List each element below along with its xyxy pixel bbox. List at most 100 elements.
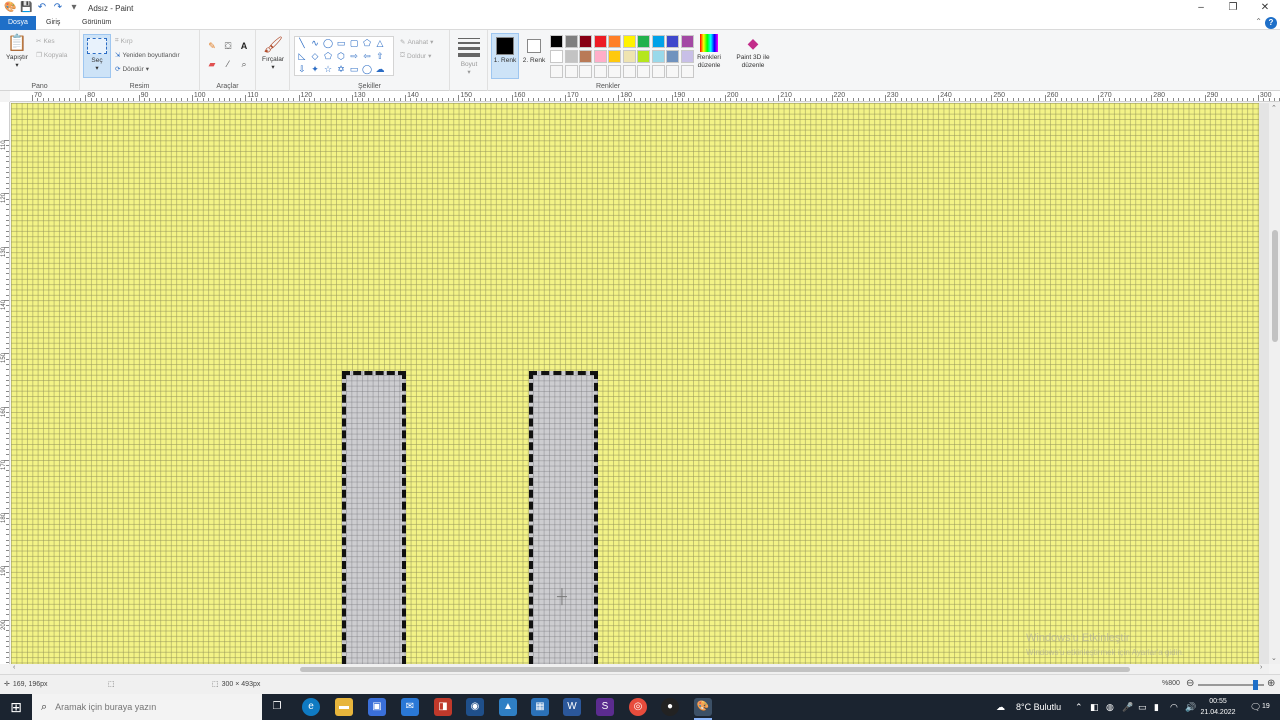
palette-swatch[interactable] bbox=[651, 50, 665, 63]
vertical-scroll-thumb[interactable] bbox=[1272, 230, 1278, 342]
steam-icon[interactable]: ◉ bbox=[466, 698, 484, 716]
crop-button[interactable]: ⌗ Kırp bbox=[115, 37, 133, 45]
palette-swatch[interactable] bbox=[550, 35, 563, 48]
palette-swatch[interactable] bbox=[651, 35, 665, 48]
up-arrow-shape-icon[interactable]: ⇧ bbox=[374, 50, 386, 62]
collapse-ribbon-icon[interactable]: ⌃ bbox=[1255, 17, 1262, 26]
task-view-icon[interactable]: ❐ bbox=[268, 698, 286, 716]
tab-home[interactable]: Giriş bbox=[38, 16, 68, 30]
palette-swatch[interactable] bbox=[622, 50, 636, 63]
custom-color-slot[interactable] bbox=[579, 65, 592, 78]
word-icon[interactable]: W bbox=[563, 698, 581, 716]
horizontal-scroll-thumb[interactable] bbox=[300, 667, 1130, 672]
horizontal-scrollbar[interactable]: ‹ › bbox=[10, 664, 1269, 674]
palette-swatch[interactable] bbox=[666, 35, 679, 48]
polygon-shape-icon[interactable]: ⬠ bbox=[361, 37, 373, 49]
custom-color-slot[interactable] bbox=[666, 65, 679, 78]
weather-cloud-icon[interactable]: ☁ bbox=[996, 694, 1005, 720]
left-arrow-shape-icon[interactable]: ⇦ bbox=[361, 50, 373, 62]
weather-text[interactable]: 8°C Bulutlu bbox=[1016, 694, 1061, 720]
fill-button[interactable]: ⛋ Doldur ▾ bbox=[400, 52, 431, 60]
file-explorer-icon[interactable]: ▬ bbox=[335, 698, 353, 716]
custom-color-slot[interactable] bbox=[680, 65, 694, 78]
minimize-button[interactable]: – bbox=[1186, 0, 1216, 16]
scroll-right-icon[interactable]: › bbox=[1260, 664, 1262, 671]
taskbar-search[interactable]: ⌕ bbox=[32, 694, 262, 720]
wifi-icon[interactable]: ◠ bbox=[1170, 694, 1178, 720]
palette-swatch[interactable] bbox=[579, 35, 592, 48]
store-icon[interactable]: ▣ bbox=[368, 698, 386, 716]
diamond-shape-icon[interactable]: ◇ bbox=[309, 50, 321, 62]
close-button[interactable]: ✕ bbox=[1250, 0, 1280, 16]
battery-icon[interactable]: ▮ bbox=[1154, 694, 1159, 720]
oval-callout-shape-icon[interactable]: ◯ bbox=[361, 63, 373, 75]
magnifier-icon[interactable]: ⌕ bbox=[238, 58, 250, 70]
fill-bucket-icon[interactable]: ⛋ bbox=[222, 40, 234, 52]
palette-swatch[interactable] bbox=[680, 35, 694, 48]
windows-start-icon[interactable]: ⊞ bbox=[0, 694, 32, 720]
triangle-shape-icon[interactable]: △ bbox=[374, 37, 386, 49]
paint-taskbar-icon[interactable]: 🎨 bbox=[694, 698, 712, 716]
scroll-down-icon[interactable]: ⌄ bbox=[1271, 654, 1277, 662]
six-point-star-shape-icon[interactable]: ✡ bbox=[335, 63, 347, 75]
custom-color-slot[interactable] bbox=[637, 65, 650, 78]
cut-button[interactable]: ✂ Kes bbox=[36, 37, 55, 46]
zoom-out-icon[interactable]: ⊖ bbox=[1186, 678, 1194, 689]
right-arrow-shape-icon[interactable]: ⇨ bbox=[348, 50, 360, 62]
custom-color-slot[interactable] bbox=[550, 65, 563, 78]
down-arrow-shape-icon[interactable]: ⇩ bbox=[296, 63, 308, 75]
cloud-callout-shape-icon[interactable]: ☁ bbox=[374, 63, 386, 75]
custom-color-slot[interactable] bbox=[593, 65, 607, 78]
chrome-icon[interactable]: ◎ bbox=[629, 698, 647, 716]
skype-icon[interactable]: S bbox=[596, 698, 614, 716]
eraser-icon[interactable]: ▰ bbox=[206, 58, 218, 70]
text-tool-icon[interactable]: A bbox=[238, 40, 250, 52]
brushes-group[interactable]: 🖌 Fırçalar ▾ bbox=[256, 30, 290, 91]
brushes-button[interactable]: 🖌 Fırçalar ▾ bbox=[258, 36, 288, 71]
palette-swatch[interactable] bbox=[579, 50, 592, 63]
palette-swatch[interactable] bbox=[593, 50, 607, 63]
maximize-button[interactable]: ❐ bbox=[1218, 0, 1248, 16]
palette-swatch[interactable] bbox=[680, 50, 694, 63]
right-triangle-shape-icon[interactable]: ◺ bbox=[296, 50, 308, 62]
resize-button[interactable]: ⇲ Yeniden boyutlandır bbox=[115, 51, 180, 60]
scroll-left-icon[interactable]: ‹ bbox=[13, 664, 15, 671]
notifications-icon[interactable]: 🗨 bbox=[1250, 694, 1261, 720]
rectangle-shape-icon[interactable]: ▭ bbox=[335, 37, 347, 49]
vertical-scrollbar[interactable]: ⌃ ⌄ bbox=[1269, 102, 1280, 664]
custom-color-slot[interactable] bbox=[564, 65, 578, 78]
hexagon-shape-icon[interactable]: ⬡ bbox=[335, 50, 347, 62]
custom-color-slot[interactable] bbox=[608, 65, 621, 78]
tab-file[interactable]: Dosya bbox=[0, 16, 36, 30]
palette-swatch[interactable] bbox=[637, 35, 650, 48]
pencil-icon[interactable]: ✎ bbox=[206, 40, 218, 52]
calculator-icon[interactable]: ▦ bbox=[531, 698, 549, 716]
help-icon[interactable]: ? bbox=[1265, 17, 1277, 29]
palette-swatch[interactable] bbox=[593, 35, 607, 48]
copy-button[interactable]: ❐ Kopyala bbox=[36, 51, 67, 60]
zoom-slider-thumb[interactable] bbox=[1253, 680, 1258, 690]
palette-swatch[interactable] bbox=[564, 50, 578, 63]
color-picker-icon[interactable]: ⁄ bbox=[222, 58, 234, 70]
taskbar-clock[interactable]: 00:55 21.04.2022 bbox=[1198, 696, 1238, 718]
taskbar-search-input[interactable] bbox=[55, 702, 236, 712]
display-icon[interactable]: ▭ bbox=[1138, 694, 1147, 720]
photos-icon[interactable]: ▲ bbox=[499, 698, 517, 716]
rotate-button[interactable]: ⟳ Döndür ▾ bbox=[115, 65, 149, 74]
redo-icon[interactable]: ↷ bbox=[52, 2, 64, 14]
rounded-rectangle-shape-icon[interactable]: ▢ bbox=[348, 37, 360, 49]
volume-icon[interactable]: 🔊 bbox=[1185, 694, 1196, 720]
office-icon[interactable]: ◨ bbox=[434, 698, 452, 716]
obs-icon[interactable]: ● bbox=[661, 698, 679, 716]
palette-swatch[interactable] bbox=[564, 35, 578, 48]
edge-browser-icon[interactable]: e bbox=[302, 698, 320, 716]
four-point-star-shape-icon[interactable]: ✦ bbox=[309, 63, 321, 75]
curve-shape-icon[interactable]: ∿ bbox=[309, 37, 321, 49]
microphone-icon[interactable]: 🎤 bbox=[1122, 694, 1133, 720]
customize-quick-access-icon[interactable]: ▾ bbox=[68, 2, 80, 14]
tab-view[interactable]: Görünüm bbox=[74, 16, 119, 30]
custom-color-slot[interactable] bbox=[651, 65, 665, 78]
palette-swatch[interactable] bbox=[550, 50, 563, 63]
oval-shape-icon[interactable]: ◯ bbox=[322, 37, 334, 49]
edit-colors-button[interactable]: Renkleri düzenle bbox=[694, 34, 724, 70]
